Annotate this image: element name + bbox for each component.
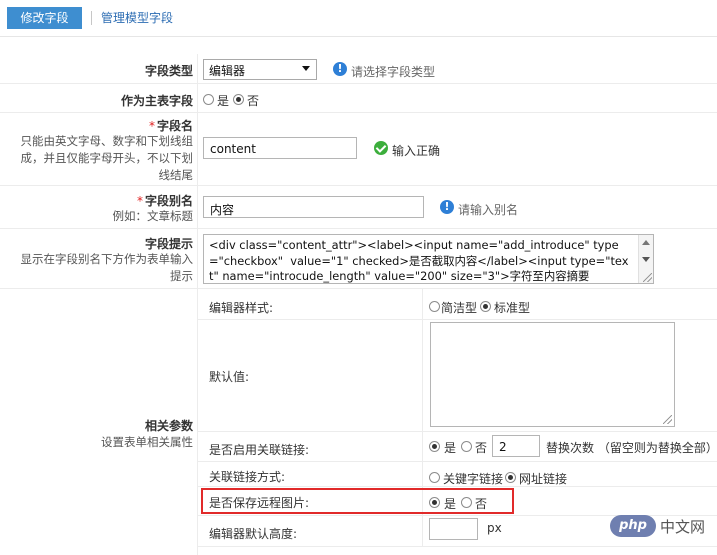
field-alias-value: 内容 xyxy=(210,203,235,217)
field-alias-desc: 例如：文章标题 xyxy=(112,209,194,223)
default-value-textarea[interactable] xyxy=(430,322,675,427)
editor-style-label: 编辑器样式: xyxy=(209,301,274,315)
tab-divider xyxy=(91,11,92,25)
editor-height-input[interactable] xyxy=(429,518,478,540)
editor-style-standard-radio[interactable] xyxy=(480,301,491,312)
field-name-input[interactable]: content xyxy=(203,137,357,159)
field-name-value: content xyxy=(210,142,256,156)
relation-link-yes-label: 是 xyxy=(444,441,457,455)
editor-height-label: 编辑器默认高度: xyxy=(209,527,298,541)
default-value-label: 默认值: xyxy=(209,370,250,384)
link-method-url-label: 网址链接 xyxy=(519,472,568,486)
label-cell: 作为主表字段 xyxy=(0,84,198,112)
related-params-desc: 设置表单相关属性 xyxy=(101,435,193,449)
field-name-hint: 输入正确 xyxy=(392,144,441,158)
replace-times-label: 替换次数 （留空则为替换全部） xyxy=(546,441,717,455)
label-cell: * 字段别名 例如：文章标题 xyxy=(0,186,198,228)
main-field-no-radio[interactable] xyxy=(233,94,244,105)
link-method-keyword-radio[interactable] xyxy=(429,472,440,483)
sub-label-cell: 关联链接方式: xyxy=(198,462,423,486)
field-tip-label: 字段提示 xyxy=(144,237,193,251)
replace-times-input[interactable]: 2 xyxy=(492,435,540,457)
link-method-keyword-label: 关键字链接 xyxy=(443,472,504,486)
label-cell: 字段类型 xyxy=(0,54,198,83)
relation-link-no-radio[interactable] xyxy=(461,441,472,452)
field-type-select[interactable]: 编辑器 xyxy=(203,59,317,80)
sub-label-cell: 是否启用关联链接: xyxy=(198,432,423,461)
chevron-down-icon xyxy=(302,66,310,71)
info-icon: ! xyxy=(440,200,454,214)
highlight-box xyxy=(201,488,514,514)
field-tip-desc: 显示在字段别名下方作为表单输入 提示 xyxy=(20,252,194,283)
main-field-no-label: 否 xyxy=(247,94,260,108)
field-tip-textarea[interactable]: <div class="content_attr"><label><input … xyxy=(203,234,654,284)
main-field-yes-label: 是 xyxy=(217,94,230,108)
row-main-field: 作为主表字段 xyxy=(0,84,717,113)
field-type-label: 字段类型 xyxy=(144,64,193,78)
watermark-logo: php 中文网 xyxy=(610,512,714,540)
relation-link-label: 是否启用关联链接: xyxy=(209,443,310,457)
label-cell: * 字段名 只能由英文字母、数字和下划线组 成，并且仅能字母开头，不以下划 线结尾 xyxy=(0,113,198,185)
main-field-label: 作为主表字段 xyxy=(120,94,193,108)
relation-link-yes-radio[interactable] xyxy=(429,441,440,452)
field-name-label: * 字段名 xyxy=(148,119,193,133)
resize-grip-icon[interactable] xyxy=(663,415,672,424)
field-alias-input[interactable]: 内容 xyxy=(203,196,424,218)
watermark-text: 中文网 xyxy=(660,518,706,536)
field-tip-value: <div class="content_attr"><label><input … xyxy=(209,238,629,283)
field-alias-label: * 字段别名 xyxy=(136,194,193,208)
editor-style-simple-label: 简洁型 xyxy=(441,301,478,315)
relation-link-no-label: 否 xyxy=(475,441,488,455)
field-name-desc: 只能由英文字母、数字和下划线组 成，并且仅能字母开头，不以下划 线结尾 xyxy=(20,134,194,182)
resize-grip-icon[interactable] xyxy=(643,273,652,282)
sub-label-cell: 编辑器样式: xyxy=(198,289,423,319)
sub-label-cell: 编辑器默认高度: xyxy=(198,516,423,546)
editor-style-standard-label: 标准型 xyxy=(494,301,531,315)
related-params-cell: 相关参数 设置表单相关属性 xyxy=(0,289,198,555)
replace-times-value: 2 xyxy=(499,440,507,454)
link-method-label: 关联链接方式: xyxy=(209,470,286,484)
related-params-label: 相关参数 xyxy=(144,419,193,433)
row-field-name: * 字段名 只能由英文字母、数字和下划线组 成，并且仅能字母开头，不以下划 线结尾 xyxy=(0,113,717,186)
sub-label-cell: 默认值: xyxy=(198,320,423,431)
check-icon xyxy=(374,141,388,155)
tab-manage-fields[interactable]: 管理模型字段 xyxy=(101,7,173,29)
watermark-badge: php xyxy=(610,515,656,537)
info-icon: ! xyxy=(333,62,347,76)
scroll-down-icon[interactable] xyxy=(642,257,650,262)
field-alias-hint: 请输入别名 xyxy=(458,203,519,217)
main-field-yes-radio[interactable] xyxy=(203,94,214,105)
scroll-up-icon[interactable] xyxy=(642,240,650,245)
tab-bar: 修改字段 管理模型字段 xyxy=(0,0,717,37)
label-cell: 字段提示 显示在字段别名下方作为表单输入 提示 xyxy=(0,229,198,288)
editor-style-simple-radio[interactable] xyxy=(429,301,440,312)
tab-edit-field[interactable]: 修改字段 xyxy=(7,7,82,29)
field-type-hint: 请选择字段类型 xyxy=(351,65,436,79)
link-method-url-radio[interactable] xyxy=(505,472,516,483)
textarea-scrollbar[interactable] xyxy=(638,235,653,283)
field-type-value: 编辑器 xyxy=(209,64,246,78)
editor-height-unit: px xyxy=(487,521,502,535)
